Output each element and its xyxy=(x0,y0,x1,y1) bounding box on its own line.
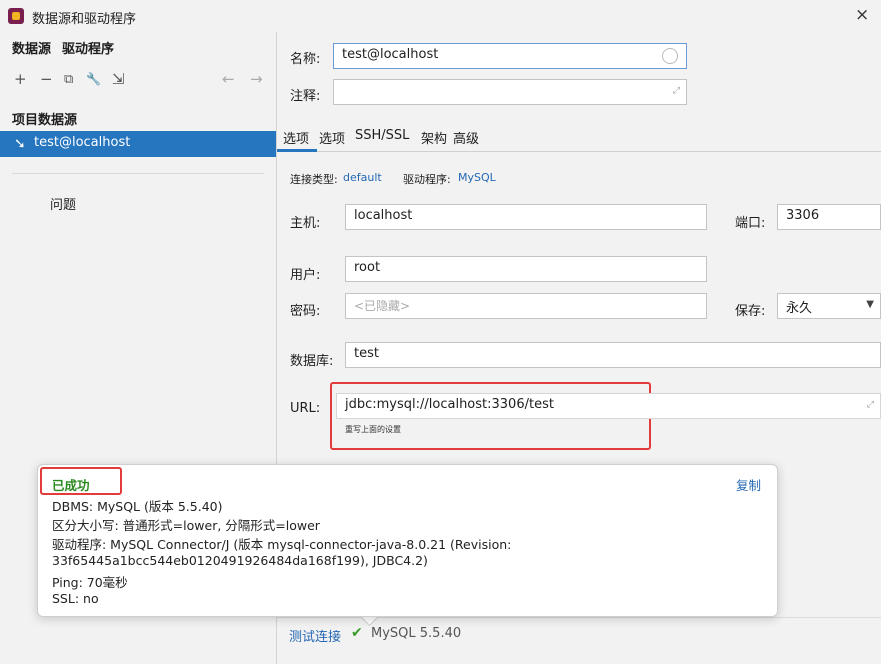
wrench-icon[interactable]: 🔧 xyxy=(86,72,101,86)
connection-result-popup: 已成功 复制 DBMS: MySQL (版本 5.5.40) 区分大小写: 普通… xyxy=(37,464,778,617)
user-input[interactable]: root xyxy=(345,256,707,282)
remove-icon[interactable]: − xyxy=(40,70,53,88)
tab-options-2[interactable]: 选项 xyxy=(319,128,345,147)
test-connection-link[interactable]: 测试连接 xyxy=(289,626,341,645)
url-input[interactable]: jdbc:mysql://localhost:3306/test ⤢ xyxy=(336,393,881,419)
tab-selected-indicator xyxy=(277,149,317,152)
problems-label[interactable]: 问题 xyxy=(50,194,76,213)
window-title: 数据源和驱动程序 xyxy=(32,12,137,27)
title-bar: 数据源和驱动程序 × xyxy=(0,0,881,32)
group-title: 项目数据源 xyxy=(12,113,78,128)
divider xyxy=(12,173,264,174)
port-value: 3306 xyxy=(786,208,820,223)
add-icon[interactable]: + xyxy=(14,70,27,88)
host-label: 主机: xyxy=(290,216,321,231)
popup-line: DBMS: MySQL (版本 5.5.40) xyxy=(52,499,223,514)
driver-link[interactable]: MySQL xyxy=(458,171,496,184)
database-label: 数据库: xyxy=(290,354,334,369)
datasource-item[interactable]: ➘ test@localhost xyxy=(0,131,276,157)
copy-link[interactable]: 复制 xyxy=(736,475,761,494)
url-value: jdbc:mysql://localhost:3306/test xyxy=(345,397,554,412)
tab-schemas[interactable]: 架构 xyxy=(421,128,447,147)
app-logo-icon xyxy=(8,8,24,24)
datasource-label: test@localhost xyxy=(34,135,131,150)
connection-type-label: 连接类型: xyxy=(290,173,338,186)
save-label: 保存: xyxy=(735,304,766,319)
host-value: localhost xyxy=(354,208,413,223)
popup-line: Ping: 70毫秒 xyxy=(52,575,128,590)
url-hint: 重写上面的设置 xyxy=(345,425,401,434)
user-value: root xyxy=(354,260,381,275)
connection-type-link[interactable]: default xyxy=(343,171,382,184)
tabs-divider xyxy=(277,151,881,152)
close-icon[interactable]: × xyxy=(855,5,869,25)
server-version: MySQL 5.5.40 xyxy=(371,626,462,641)
host-input[interactable]: localhost xyxy=(345,204,707,230)
expand-icon[interactable]: ⤢ xyxy=(867,400,874,410)
back-arrow-icon[interactable]: ← xyxy=(222,70,235,88)
port-label: 端口: xyxy=(735,216,766,231)
tab-ssh-ssl[interactable]: SSH/SSL xyxy=(355,128,409,143)
user-label: 用户: xyxy=(290,268,321,283)
chevron-down-icon: ▼ xyxy=(866,299,874,310)
port-input[interactable]: 3306 xyxy=(777,204,881,230)
tab-options-1[interactable]: 选项 xyxy=(283,128,309,147)
import-icon[interactable]: ⇲ xyxy=(112,70,125,88)
password-placeholder: <已隐藏> xyxy=(354,299,411,313)
tab-datasources[interactable]: 数据源 xyxy=(12,38,51,57)
expand-icon[interactable]: ⤢ xyxy=(673,86,680,96)
check-icon: ✔ xyxy=(351,625,363,641)
forward-arrow-icon[interactable]: → xyxy=(250,70,263,88)
tab-advanced[interactable]: 高级 xyxy=(453,128,479,147)
password-input[interactable]: <已隐藏> xyxy=(345,293,707,319)
name-label: 名称: xyxy=(290,52,321,67)
tab-drivers[interactable]: 驱动程序 xyxy=(62,38,114,57)
save-select[interactable]: 永久 ▼ xyxy=(777,293,881,319)
name-input[interactable]: test@localhost xyxy=(333,43,687,69)
mysql-icon: ➘ xyxy=(14,136,26,152)
url-label: URL: xyxy=(290,401,321,416)
popup-line: SSL: no xyxy=(52,591,99,606)
comment-label: 注释: xyxy=(290,89,321,104)
database-input[interactable]: test xyxy=(345,342,881,368)
popup-line: 区分大小写: 普通形式=lower, 分隔形式=lower xyxy=(52,518,320,533)
password-label: 密码: xyxy=(290,304,321,319)
database-value: test xyxy=(354,346,379,361)
popup-line: 33f65445a1bcc544eb0120491926484da168f199… xyxy=(52,553,428,568)
save-value: 永久 xyxy=(786,301,813,316)
comment-input[interactable]: ⤢ xyxy=(333,79,687,105)
color-circle-icon[interactable] xyxy=(662,48,678,64)
status-text: 已成功 xyxy=(52,478,90,493)
duplicate-icon[interactable]: ⧉ xyxy=(64,72,73,87)
driver-label: 驱动程序: xyxy=(403,173,451,186)
popup-line: 驱动程序: MySQL Connector/J (版本 mysql-connec… xyxy=(52,537,512,552)
name-value: test@localhost xyxy=(342,47,439,62)
